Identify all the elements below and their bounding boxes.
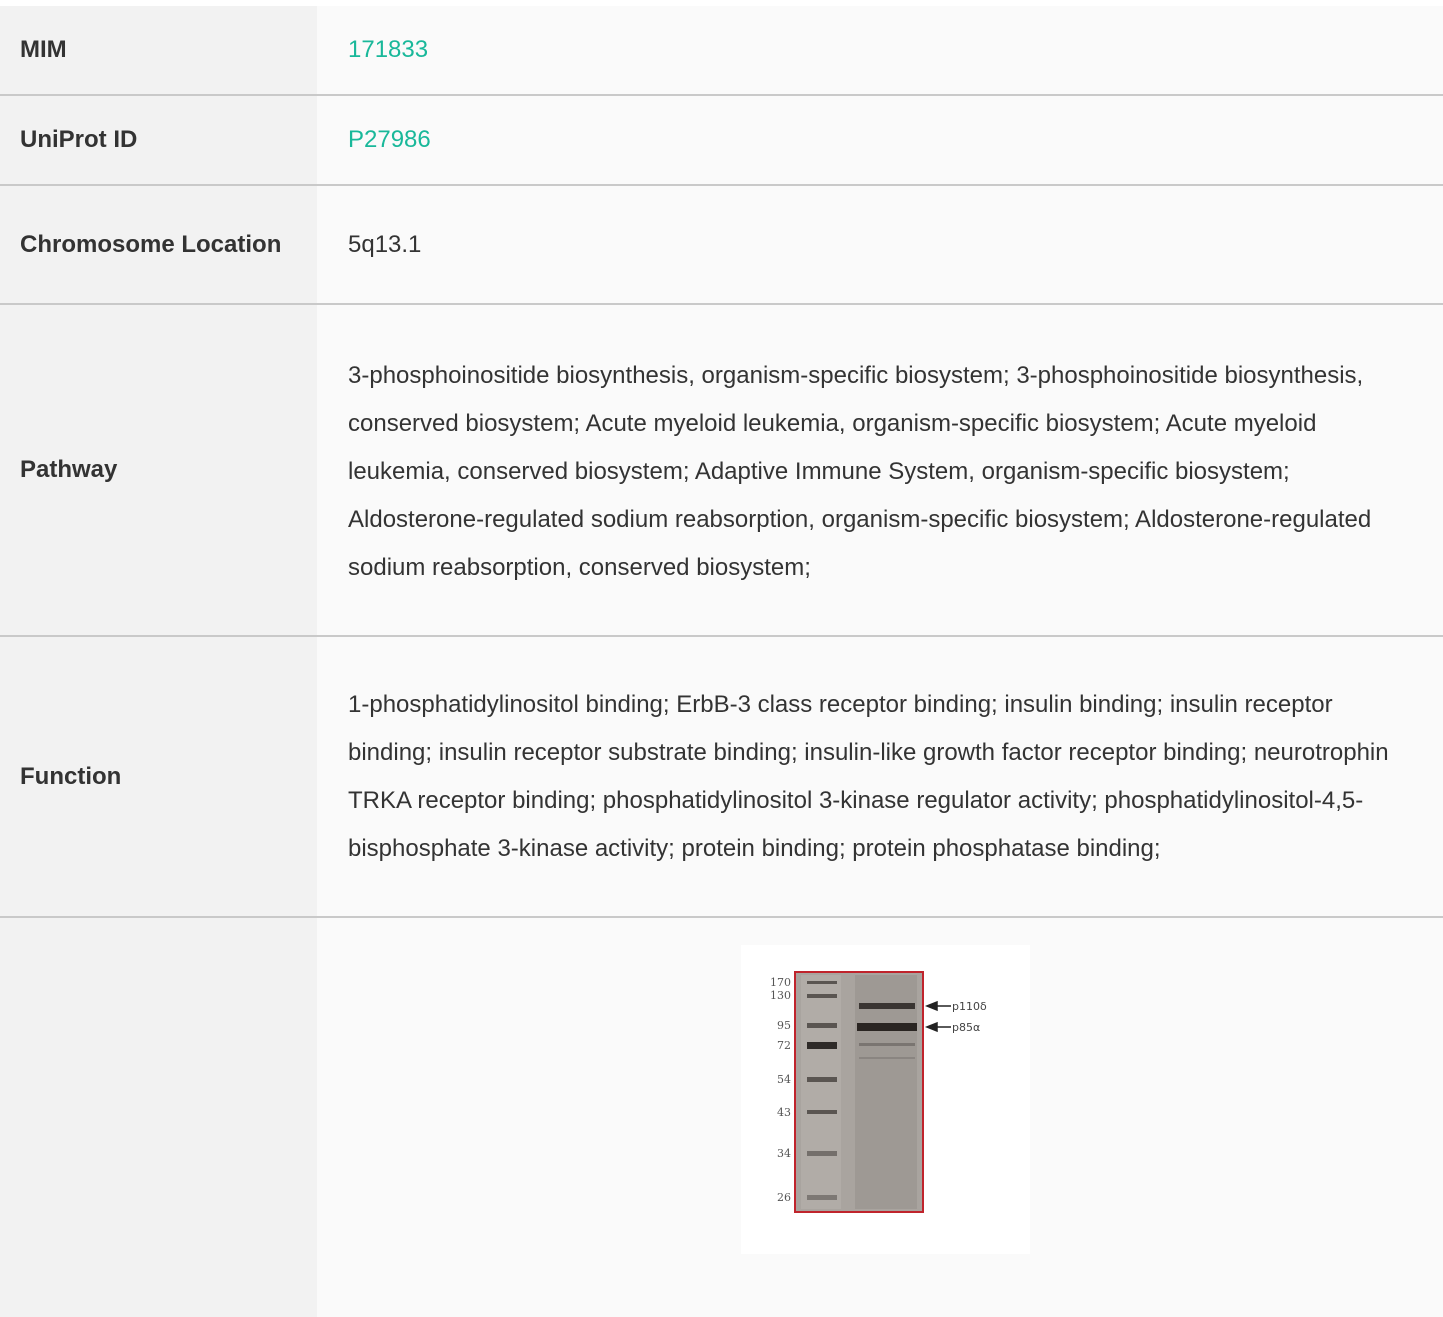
ladder-band xyxy=(807,1195,837,1200)
ladder-band xyxy=(807,994,837,998)
marker-34: 34 xyxy=(777,1147,791,1160)
arrow-p110-icon xyxy=(924,1000,938,1012)
pathway-label: Pathway xyxy=(0,305,317,635)
marker-95: 95 xyxy=(777,1019,791,1032)
gel-image: 170 130 95 72 54 43 34 26 p110δ p85α xyxy=(741,945,1030,1254)
row-function: Function 1-phosphatidylinositol binding;… xyxy=(0,637,1443,918)
chromosome-value: 5q13.1 xyxy=(317,186,1443,303)
ladder-band xyxy=(807,1042,837,1049)
band-p85 xyxy=(857,1023,917,1031)
row-image: 170 130 95 72 54 43 34 26 p110δ p85α xyxy=(0,918,1443,1317)
band-p110 xyxy=(859,1003,915,1009)
row-mim: MIM 171833 xyxy=(0,6,1443,96)
mim-link[interactable]: 171833 xyxy=(348,26,428,74)
mim-label: MIM xyxy=(0,6,317,94)
pathway-value: 3-phosphoinositide biosynthesis, organis… xyxy=(317,305,1443,635)
marker-72: 72 xyxy=(777,1039,791,1052)
function-label: Function xyxy=(0,637,317,916)
marker-43: 43 xyxy=(777,1106,791,1119)
marker-54: 54 xyxy=(777,1073,791,1086)
ladder-band xyxy=(807,1151,837,1156)
row-pathway: Pathway 3-phosphoinositide biosynthesis,… xyxy=(0,305,1443,637)
arrow-p85-icon xyxy=(924,1021,938,1033)
chromosome-label: Chromosome Location xyxy=(0,186,317,303)
ladder-band xyxy=(807,1110,837,1114)
marker-170: 170 xyxy=(770,976,791,989)
uniprot-link[interactable]: P27986 xyxy=(348,116,431,164)
image-label xyxy=(0,918,317,1317)
uniprot-label: UniProt ID xyxy=(0,96,317,184)
gene-info-table: MIM 171833 UniProt ID P27986 Chromosome … xyxy=(0,6,1443,1317)
row-chromosome: Chromosome Location 5q13.1 xyxy=(0,186,1443,305)
marker-130: 130 xyxy=(770,989,791,1002)
marker-26: 26 xyxy=(777,1191,791,1204)
ladder-band xyxy=(807,981,837,984)
annotation-p85: p85α xyxy=(952,1021,980,1034)
row-uniprot: UniProt ID P27986 xyxy=(0,96,1443,186)
function-value: 1-phosphatidylinositol binding; ErbB-3 c… xyxy=(317,637,1443,916)
ladder-band xyxy=(807,1077,837,1082)
ladder-band xyxy=(807,1023,837,1028)
annotation-p110: p110δ xyxy=(952,1000,987,1013)
